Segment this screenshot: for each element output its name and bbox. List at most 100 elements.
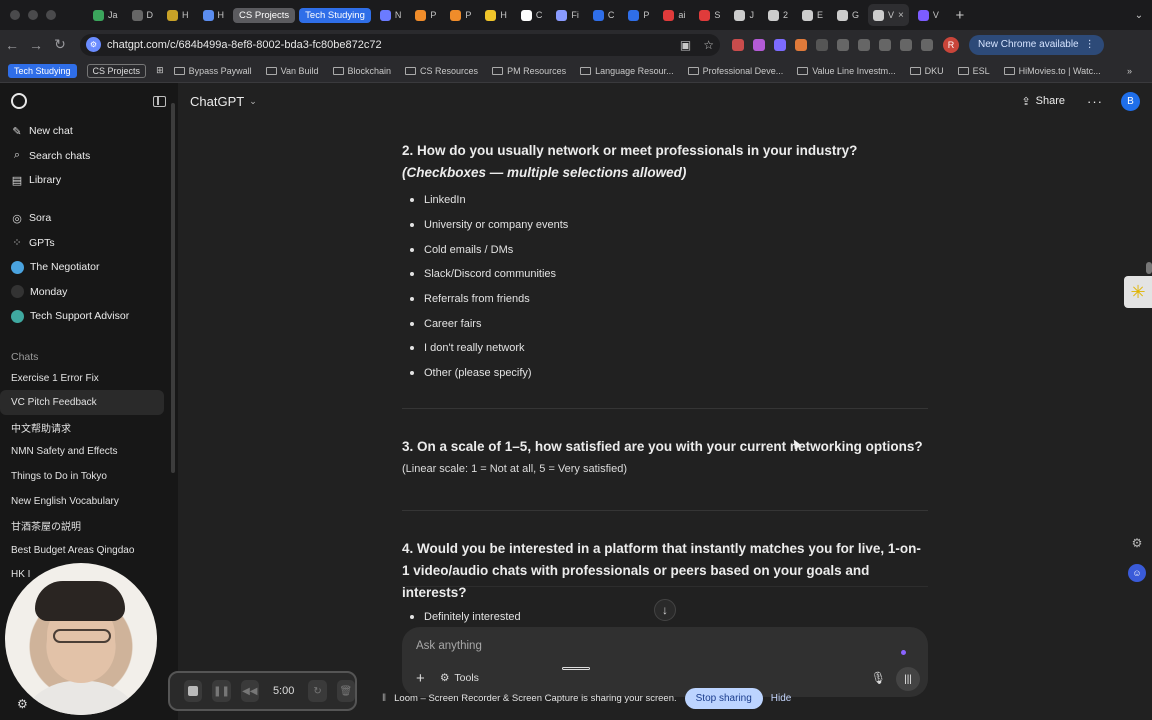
browser-tab[interactable]: P — [623, 4, 654, 26]
sidebar-item-gpts[interactable]: ⁘ GPTs — [0, 230, 178, 255]
more-bookmarks-icon[interactable]: » — [1127, 66, 1132, 76]
browser-tab[interactable]: G — [832, 4, 864, 26]
openai-logo-icon[interactable] — [11, 93, 27, 109]
chat-history-item[interactable]: Best Budget Areas Qingdao — [0, 538, 164, 563]
browser-tab[interactable]: C — [516, 4, 548, 26]
webcam-bubble[interactable] — [5, 563, 157, 715]
extension-icon[interactable] — [879, 38, 891, 51]
settings-icon[interactable]: ⚙ — [1132, 536, 1143, 550]
stop-recording-icon[interactable] — [184, 680, 203, 702]
stop-sharing-button[interactable]: Stop sharing — [684, 687, 763, 709]
extension-icon[interactable] — [795, 38, 807, 51]
bookmark-group[interactable]: Tech Studying — [8, 63, 77, 78]
bookmark-item[interactable]: CS Resources — [405, 66, 478, 76]
extension-icon[interactable] — [921, 38, 933, 51]
extension-icon[interactable] — [837, 38, 849, 51]
tab-group-chip[interactable]: CS Projects — [233, 7, 296, 23]
hide-button[interactable]: Hide — [771, 693, 792, 704]
browser-tab[interactable] — [56, 4, 84, 26]
tab-group-chip[interactable]: Tech Studying — [299, 7, 371, 23]
browser-tab[interactable]: S — [694, 4, 725, 26]
browser-tab[interactable]: H — [198, 4, 230, 26]
rewind-icon[interactable]: ◀◀ — [240, 680, 259, 702]
scroll-down-icon[interactable]: ↓ — [654, 599, 676, 621]
share-button[interactable]: ⇪ Share — [1021, 95, 1065, 108]
bookmark-item[interactable]: ESL — [957, 66, 990, 76]
delete-icon[interactable]: 🗑 — [336, 680, 355, 702]
chat-history-item[interactable]: Exercise 1 Error Fix — [0, 366, 164, 391]
browser-tab[interactable]: 2 — [763, 4, 793, 26]
new-chrome-button[interactable]: New Chrome available ⋮ — [969, 34, 1104, 55]
microphone-icon[interactable]: 🎙 — [871, 671, 886, 685]
profile-avatar[interactable]: R — [943, 36, 959, 53]
extension-icon[interactable] — [858, 38, 870, 51]
browser-tab[interactable]: C — [588, 4, 620, 26]
assistant-bot-icon[interactable]: ☺ — [1128, 564, 1146, 582]
sidebar-item-search-chats[interactable]: ⌕ Search chats — [0, 144, 178, 169]
browser-tab[interactable]: D — [127, 4, 159, 26]
forward-icon[interactable]: → — [24, 37, 48, 53]
bookmark-item[interactable]: Bypass Paywall — [173, 66, 252, 76]
extension-widget-icon[interactable]: ✳ — [1124, 276, 1152, 308]
site-info-icon[interactable]: ⚙ — [86, 37, 101, 52]
browser-tab[interactable]: J — [729, 4, 759, 26]
bookmark-item[interactable]: PM Resources — [492, 66, 566, 76]
more-options-icon[interactable]: ··· — [1087, 94, 1103, 109]
bookmark-item[interactable]: HiMovies.to | Watc... — [1003, 66, 1101, 76]
browser-tab[interactable]: Fi — [551, 4, 584, 26]
url-text[interactable]: chatgpt.com/c/684b499a-8ef8-8002-bda3-fc… — [107, 39, 382, 51]
window-controls[interactable] — [0, 10, 56, 20]
prompt-input[interactable]: Ask anything — [416, 640, 482, 652]
browser-tab[interactable]: E — [797, 4, 828, 26]
bookmark-item[interactable]: Professional Deve... — [687, 66, 783, 76]
back-icon[interactable]: ← — [0, 37, 24, 53]
bookmark-item[interactable]: Language Resour... — [580, 66, 674, 76]
browser-tab[interactable]: V — [913, 4, 944, 26]
sidebar-item-new-chat[interactable]: ✎ New chat — [0, 119, 178, 144]
sidebar-item-the-negotiator[interactable]: The Negotiator — [0, 255, 178, 280]
browser-tab[interactable]: P — [410, 4, 441, 26]
user-avatar[interactable]: B — [1121, 91, 1140, 111]
cast-icon[interactable]: ▣ — [680, 38, 691, 52]
sidebar-toggle-icon[interactable] — [153, 95, 166, 107]
tools-button[interactable]: ⚙ Tools — [440, 672, 479, 684]
extension-icon[interactable] — [732, 38, 744, 51]
apps-grid-icon[interactable]: ⊞ — [156, 65, 164, 76]
bookmark-item[interactable]: Value Line Investm... — [797, 66, 896, 76]
bookmark-star-icon[interactable]: ☆ — [703, 38, 714, 52]
chat-history-item[interactable]: 中文帮助请求 — [0, 415, 164, 440]
bookmark-group[interactable]: CS Projects — [86, 63, 147, 78]
chat-history-item[interactable]: New English Vocabulary — [0, 489, 164, 514]
browser-tab[interactable]: N — [375, 4, 407, 26]
tab-search-icon[interactable]: ⌄ — [1126, 10, 1152, 21]
bookmark-item[interactable]: DKU — [909, 66, 944, 76]
sidebar-item-library[interactable]: ▤ Library — [0, 168, 178, 193]
chat-history-item[interactable]: NMN Safety and Effects — [0, 440, 164, 465]
drag-handle-icon[interactable]: ‖ — [382, 693, 386, 704]
restart-icon[interactable]: ↻ — [308, 680, 327, 702]
browser-tab[interactable]: V × — [867, 4, 909, 26]
voice-mode-icon[interactable]: ||| — [896, 667, 920, 691]
browser-tab[interactable]: P — [445, 4, 476, 26]
browser-tab[interactable]: H — [480, 4, 512, 26]
sidebar-scrollbar[interactable] — [171, 103, 175, 473]
sidebar-item-monday[interactable]: Monday — [0, 280, 178, 305]
new-tab-icon[interactable]: + — [948, 7, 972, 24]
sidebar-item-sora[interactable]: ◎ Sora — [0, 206, 178, 231]
extension-icon[interactable] — [816, 38, 828, 51]
settings-icon[interactable]: ⚙ — [17, 697, 28, 711]
chat-history-item[interactable]: Things to Do in Tokyo — [0, 464, 164, 489]
page-scrollbar[interactable] — [1146, 262, 1152, 274]
sidebar-item-tech-support-advisor[interactable]: Tech Support Advisor — [0, 304, 178, 329]
pause-icon[interactable]: ❚❚ — [212, 680, 231, 702]
address-bar[interactable]: ⚙ chatgpt.com/c/684b499a-8ef8-8002-bda3-… — [80, 33, 720, 56]
browser-tab[interactable]: H — [162, 4, 194, 26]
drag-handle[interactable] — [562, 667, 590, 670]
extension-icon[interactable] — [753, 38, 765, 51]
close-tab-icon[interactable]: × — [898, 10, 904, 21]
reload-icon[interactable]: ↻ — [48, 36, 72, 53]
chat-history-item[interactable]: VC Pitch Feedback — [0, 390, 164, 415]
extension-icon[interactable] — [774, 38, 786, 51]
bookmark-item[interactable]: Van Build — [265, 66, 319, 76]
browser-tab[interactable]: ai — [658, 4, 690, 26]
